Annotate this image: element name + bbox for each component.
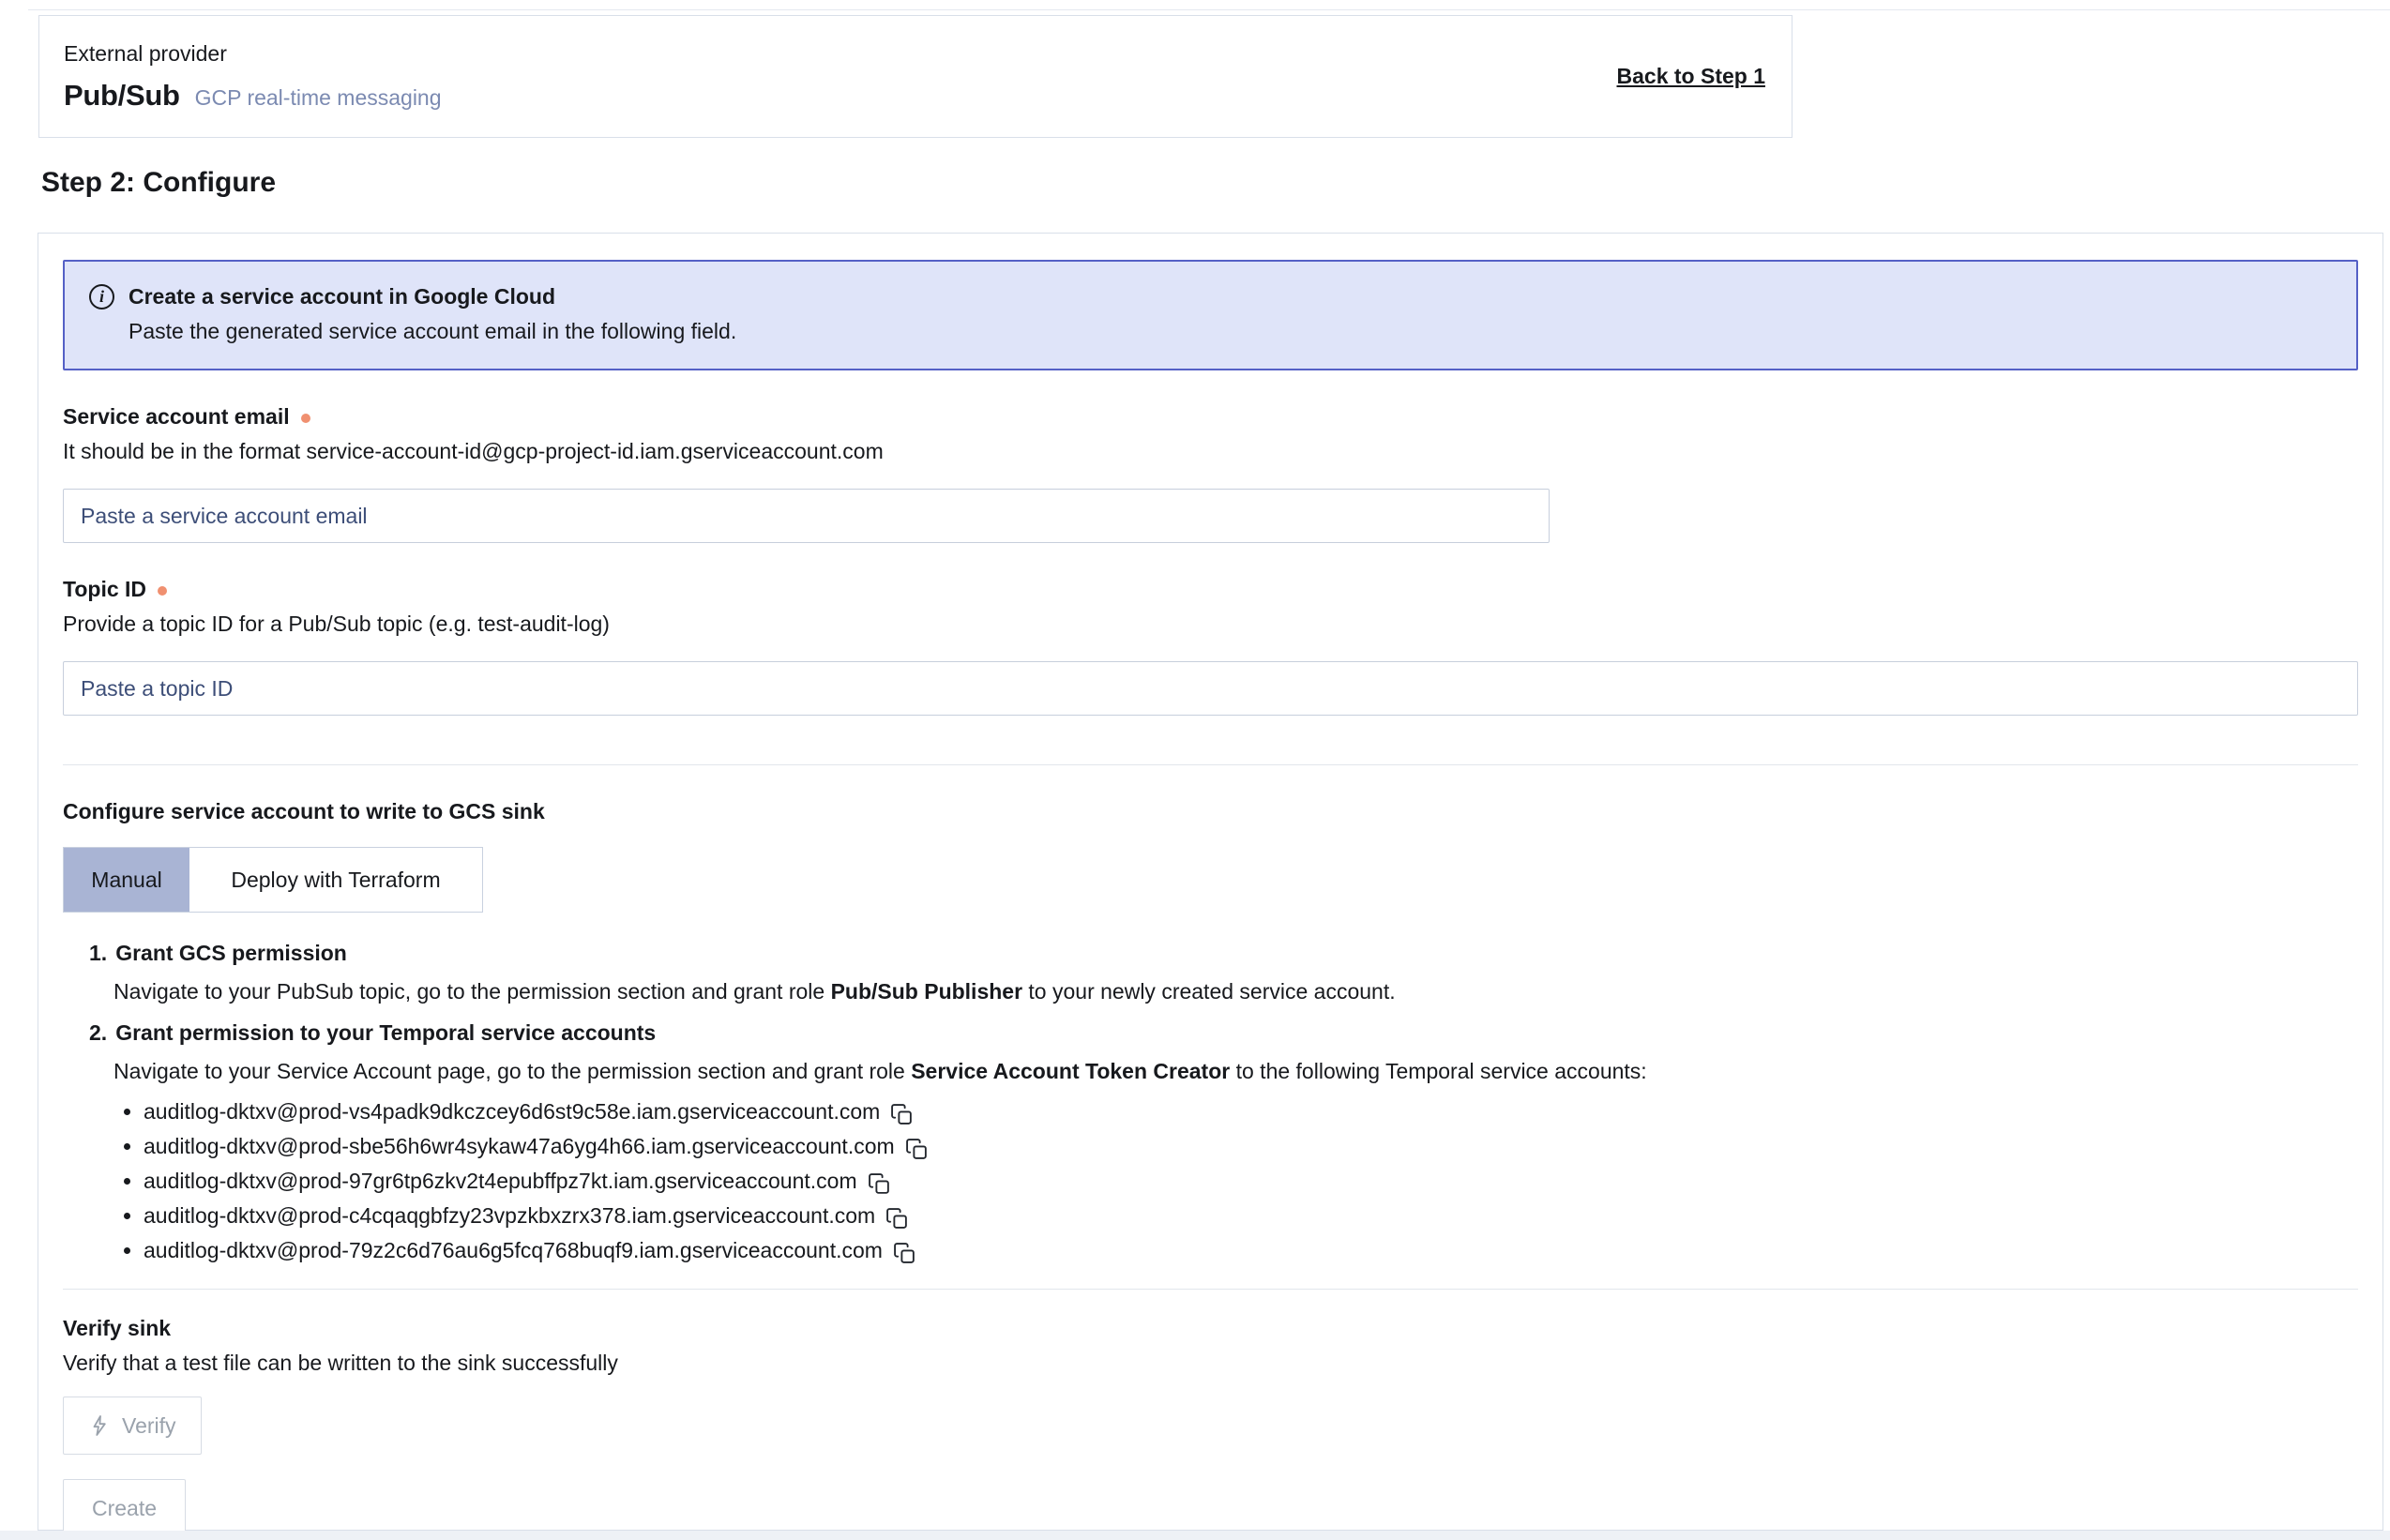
provider-info: External provider Pub/Sub GCP real-time … bbox=[64, 41, 442, 113]
step-2-text-after: to the following Temporal service accoun… bbox=[1230, 1059, 1646, 1083]
verify-button-label: Verify bbox=[122, 1413, 176, 1439]
list-item: auditlog-dktxv@prod-vs4padk9dkczcey6d6st… bbox=[144, 1095, 2358, 1129]
tab-deploy-with-terraform[interactable]: Deploy with Terraform bbox=[189, 848, 482, 912]
provider-name: Pub/Sub bbox=[64, 79, 180, 113]
copy-icon[interactable] bbox=[868, 1172, 891, 1196]
copy-icon[interactable] bbox=[890, 1103, 914, 1126]
step-number: 1. bbox=[89, 941, 107, 966]
step-1-role: Pub/Sub Publisher bbox=[831, 979, 1022, 1004]
service-account-email-input[interactable] bbox=[63, 489, 1550, 543]
create-button-label: Create bbox=[92, 1496, 157, 1521]
step-1-text-after: to your newly created service account. bbox=[1022, 979, 1396, 1004]
service-account-email: auditlog-dktxv@prod-vs4padk9dkczcey6d6st… bbox=[144, 1095, 880, 1129]
step-2-title: Grant permission to your Temporal servic… bbox=[115, 1020, 656, 1046]
verify-button[interactable]: Verify bbox=[63, 1397, 202, 1455]
create-button[interactable]: Create bbox=[63, 1479, 186, 1537]
step-2-body: Navigate to your Service Account page, g… bbox=[113, 1057, 2358, 1085]
info-banner-body: Paste the generated service account emai… bbox=[129, 319, 2332, 344]
copy-icon[interactable] bbox=[893, 1242, 916, 1265]
topic-id-input[interactable] bbox=[63, 661, 2358, 716]
configure-card: i Create a service account in Google Clo… bbox=[38, 233, 2383, 1531]
service-account-email-label: Service account email bbox=[63, 404, 290, 430]
verify-sink-title: Verify sink bbox=[63, 1316, 2358, 1341]
temporal-service-accounts-list: auditlog-dktxv@prod-vs4padk9dkczcey6d6st… bbox=[113, 1095, 2358, 1268]
required-dot bbox=[301, 414, 310, 423]
copy-icon[interactable] bbox=[885, 1207, 909, 1230]
provider-label: External provider bbox=[64, 41, 442, 67]
provider-summary-card: External provider Pub/Sub GCP real-time … bbox=[38, 15, 1792, 138]
service-account-email: auditlog-dktxv@prod-sbe56h6wr4sykaw47a6y… bbox=[144, 1129, 895, 1164]
back-to-step-1-link[interactable]: Back to Step 1 bbox=[1617, 64, 1766, 89]
provider-description: GCP real-time messaging bbox=[195, 85, 442, 111]
section-divider bbox=[63, 1289, 2358, 1290]
page-bottom-strip bbox=[0, 1531, 2390, 1540]
step-number: 2. bbox=[89, 1020, 107, 1046]
section-divider bbox=[63, 764, 2358, 765]
required-dot bbox=[158, 586, 167, 596]
gcs-sink-section-title: Configure service account to write to GC… bbox=[63, 799, 2358, 824]
info-banner-title: Create a service account in Google Cloud bbox=[129, 284, 555, 310]
step-1-text: Navigate to your PubSub topic, go to the… bbox=[113, 979, 831, 1004]
step-2-text: Navigate to your Service Account page, g… bbox=[113, 1059, 911, 1083]
topic-id-label: Topic ID bbox=[63, 577, 146, 602]
list-item: auditlog-dktxv@prod-c4cqaqgbfzy23vpzkbxz… bbox=[144, 1199, 2358, 1233]
step-1-body: Navigate to your PubSub topic, go to the… bbox=[113, 977, 2358, 1005]
topic-id-helper: Provide a topic ID for a Pub/Sub topic (… bbox=[63, 611, 2358, 637]
info-icon: i bbox=[89, 284, 114, 310]
manual-instructions: 1. Grant GCS permission Navigate to your… bbox=[63, 941, 2358, 1268]
zap-icon bbox=[88, 1414, 111, 1437]
info-banner: i Create a service account in Google Clo… bbox=[63, 260, 2358, 370]
list-item: auditlog-dktxv@prod-79z2c6d76au6g5fcq768… bbox=[144, 1233, 2358, 1268]
verify-sink-helper: Verify that a test file can be written t… bbox=[63, 1351, 2358, 1376]
page-title: Step 2: Configure bbox=[41, 167, 276, 199]
tab-manual[interactable]: Manual bbox=[64, 848, 189, 912]
sink-config-tabs: Manual Deploy with Terraform bbox=[63, 847, 483, 913]
service-account-email-helper: It should be in the format service-accou… bbox=[63, 439, 2358, 464]
step-2-role: Service Account Token Creator bbox=[911, 1059, 1230, 1083]
service-account-email: auditlog-dktxv@prod-97gr6tp6zkv2t4epubff… bbox=[144, 1164, 857, 1199]
service-account-email: auditlog-dktxv@prod-c4cqaqgbfzy23vpzkbxz… bbox=[144, 1199, 875, 1233]
copy-icon[interactable] bbox=[905, 1138, 929, 1161]
list-item: auditlog-dktxv@prod-97gr6tp6zkv2t4epubff… bbox=[144, 1164, 2358, 1199]
top-divider bbox=[28, 9, 2390, 10]
service-account-email: auditlog-dktxv@prod-79z2c6d76au6g5fcq768… bbox=[144, 1233, 883, 1268]
list-item: auditlog-dktxv@prod-sbe56h6wr4sykaw47a6y… bbox=[144, 1129, 2358, 1164]
step-1-title: Grant GCS permission bbox=[115, 941, 347, 966]
